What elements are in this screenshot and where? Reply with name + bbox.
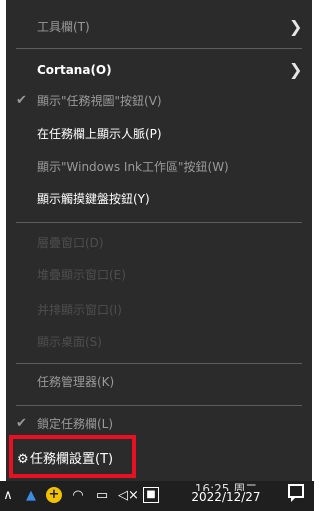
taskbar-context-menu: 工具欄(T) ❯ Cortana(O) ❯ ✔ 顯示"任務視圖"按鈕(V) 在任… [6,0,312,481]
menu-item-label: 在任務欄上顯示人脈(P) [37,127,162,141]
menu-separator [16,48,302,49]
menu-item-show-task-view[interactable]: ✔ 顯示"任務視圖"按鈕(V) [6,86,312,116]
notification-icon[interactable] [288,484,304,502]
menu-item-label: 層疊窗口(D) [37,236,104,250]
volume-muted-icon[interactable]: ◁× [118,487,139,505]
menu-item-task-manager[interactable]: 任務管理器(K) [6,367,312,397]
menu-item-label: Cortana(O) [37,63,112,77]
menu-separator [16,405,302,406]
checkmark-icon: ✔ [16,93,27,108]
menu-item-label: 顯示觸摸鍵盤按鈕(Y) [37,192,150,206]
clock-date: 2022/12/27 [191,490,261,504]
app-badge-icon[interactable]: ■ [143,487,159,503]
plus-badge-icon[interactable]: + [46,487,62,503]
menu-item-label: 顯示"任務視圖"按鈕(V) [37,94,162,108]
menu-item-label: 顯示"Windows Ink工作區"按鈕(W) [37,160,229,174]
battery-icon[interactable]: ▭ [93,487,111,505]
taskbar-clock[interactable]: 16:25 周二 2022/12/27 [186,481,266,506]
wifi-icon[interactable]: ◠ [70,487,86,505]
menu-item-label: 工具欄(T) [37,20,90,34]
chevron-right-icon: ❯ [289,17,303,36]
menu-item-show-windows-ink[interactable]: 顯示"Windows Ink工作區"按鈕(W) [6,152,312,182]
menu-item-toolbars[interactable]: 工具欄(T) ❯ [6,12,312,42]
menu-separator [16,222,302,223]
bluetooth-icon[interactable]: ▲ [24,487,38,505]
highlight-box [9,435,136,478]
menu-item-stack-windows: 堆疊顯示窗口(E) [6,260,312,290]
menu-item-label: 堆疊顯示窗口(E) [37,268,126,282]
menu-item-label: 任務管理器(K) [37,375,115,389]
chevron-right-icon: ❯ [289,60,303,79]
chevron-up-icon[interactable]: ∧ [2,487,14,505]
menu-item-show-desktop: 顯示桌面(S) [6,327,312,357]
menu-item-cortana[interactable]: Cortana(O) ❯ [6,55,312,85]
taskbar: ∧ ▲ + ◠ ▭ ◁× ■ 16:25 周二 2022/12/27 [0,481,314,511]
menu-item-show-people[interactable]: 在任務欄上顯示人脈(P) [6,119,312,149]
menu-item-label: 并排顯示窗口(I) [37,303,122,317]
menu-item-cascade-windows: 層疊窗口(D) [6,228,312,258]
menu-separator [16,363,302,364]
menu-item-side-by-side-windows: 并排顯示窗口(I) [6,295,312,325]
menu-item-label: 顯示桌面(S) [37,335,102,349]
menu-item-show-touch-keyboard[interactable]: 顯示觸摸鍵盤按鈕(Y) [6,184,312,214]
